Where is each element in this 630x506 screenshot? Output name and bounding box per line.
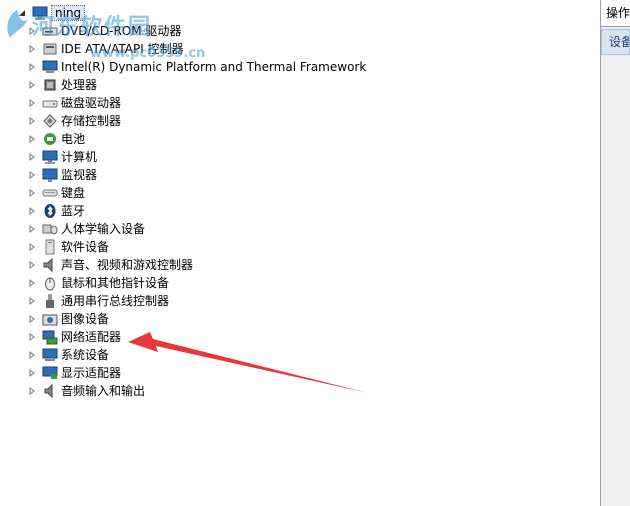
tree-node[interactable]: 系统设备 [28, 346, 109, 364]
expand-arrow-icon[interactable] [28, 98, 36, 108]
tree-node-label: 电池 [61, 132, 86, 146]
expand-arrow-icon[interactable] [28, 242, 36, 252]
tree-node[interactable]: 软件设备 [28, 238, 109, 256]
display-adapter-icon [42, 365, 58, 381]
usb-icon [42, 293, 58, 309]
ide-controller-icon [42, 41, 58, 57]
tree-node[interactable]: 存储控制器 [28, 112, 121, 130]
audio-io-icon [42, 383, 58, 399]
actions-header: 操作 [601, 0, 630, 27]
tree-node-label: 键盘 [61, 186, 86, 200]
expand-arrow-icon[interactable] [28, 80, 36, 90]
computer-board-icon [42, 59, 58, 75]
tree-node-label: Intel(R) Dynamic Platform and Thermal Fr… [61, 60, 367, 74]
actions-item-devices[interactable]: 设备 [601, 29, 630, 55]
expand-arrow-icon[interactable] [28, 116, 36, 126]
expand-arrow-icon[interactable] [28, 368, 36, 378]
tree-node-label: 计算机 [61, 150, 98, 164]
watermark-url: www.pc0359.cn [90, 46, 206, 61]
tree-node-label: 蓝牙 [61, 204, 86, 218]
tree-node-label: 监视器 [61, 168, 98, 182]
tree-node-label: 声音、视频和游戏控制器 [61, 258, 194, 272]
expand-arrow-icon[interactable] [28, 26, 36, 36]
tree-node[interactable]: 处理器 [28, 76, 97, 94]
hid-icon [42, 221, 58, 237]
tree-node[interactable]: 键盘 [28, 184, 85, 202]
tree-node-label: 音频输入和输出 [61, 384, 146, 398]
bluetooth-icon [42, 203, 58, 219]
tree-node-label: 网络适配器 [61, 330, 122, 344]
software-device-icon [42, 239, 58, 255]
tree-node[interactable]: 通用串行总线控制器 [28, 292, 169, 310]
actions-pane: 操作 设备 [601, 0, 630, 506]
disk-drive-icon [42, 95, 58, 111]
network-adapter-icon [42, 329, 58, 345]
expand-arrow-icon[interactable] [28, 170, 36, 180]
expand-arrow-icon[interactable] [28, 332, 36, 342]
collapse-arrow-icon[interactable] [18, 8, 26, 18]
tree-root-label: ning [51, 5, 86, 21]
tree-node-label: 存储控制器 [61, 114, 122, 128]
dvd-drive-icon [42, 23, 58, 39]
tree-node[interactable]: DVD/CD-ROM 驱动器 [28, 22, 181, 40]
expand-arrow-icon[interactable] [28, 44, 36, 54]
tree-node[interactable]: 图像设备 [28, 310, 109, 328]
system-device-icon [42, 347, 58, 363]
tree-node[interactable]: 人体学输入设备 [28, 220, 145, 238]
tree-node[interactable]: 电池 [28, 130, 85, 148]
tree-node-label: 磁盘驱动器 [61, 96, 122, 110]
expand-arrow-icon[interactable] [28, 278, 36, 288]
tree-node[interactable]: 磁盘驱动器 [28, 94, 121, 112]
tree-node[interactable]: 计算机 [28, 148, 97, 166]
tree-node[interactable]: 声音、视频和游戏控制器 [28, 256, 193, 274]
tree-node-label: DVD/CD-ROM 驱动器 [61, 24, 182, 38]
keyboard-icon [42, 185, 58, 201]
battery-icon [42, 131, 58, 147]
tree-node-label: 处理器 [61, 78, 98, 92]
expand-arrow-icon[interactable] [28, 314, 36, 324]
speaker-icon [42, 257, 58, 273]
monitor-icon [42, 167, 58, 183]
tree-node[interactable]: 鼠标和其他指针设备 [28, 274, 169, 292]
tree-node-label: 人体学输入设备 [61, 222, 146, 236]
tree-node[interactable]: 网络适配器 [28, 328, 121, 346]
expand-arrow-icon[interactable] [28, 260, 36, 270]
tree-node[interactable]: 显示适配器 [28, 364, 121, 382]
storage-controller-icon [42, 113, 58, 129]
tree-node-label: 鼠标和其他指针设备 [61, 276, 170, 290]
tree-root[interactable]: ning [18, 4, 86, 22]
mouse-icon [42, 275, 58, 291]
processor-icon [42, 77, 58, 93]
tree-node-label: 显示适配器 [61, 366, 122, 380]
expand-arrow-icon[interactable] [28, 350, 36, 360]
camera-icon [42, 311, 58, 327]
expand-arrow-icon[interactable] [28, 188, 36, 198]
tree-node-label: 软件设备 [61, 240, 110, 254]
tree-node[interactable]: 监视器 [28, 166, 97, 184]
tree-node[interactable]: 蓝牙 [28, 202, 85, 220]
computer-icon [42, 149, 58, 165]
tree-node-label: 图像设备 [61, 312, 110, 326]
expand-arrow-icon[interactable] [28, 224, 36, 234]
expand-arrow-icon[interactable] [28, 206, 36, 216]
expand-arrow-icon[interactable] [28, 386, 36, 396]
expand-arrow-icon[interactable] [28, 134, 36, 144]
tree-node[interactable]: 音频输入和输出 [28, 382, 145, 400]
expand-arrow-icon[interactable] [28, 62, 36, 72]
device-tree-pane[interactable]: ning DVD/CD-ROM 驱动器 IDE ATA/ATAPI 控制器 Inte… [0, 0, 601, 506]
tree-node-label: 系统设备 [61, 348, 110, 362]
expand-arrow-icon[interactable] [28, 296, 36, 306]
tree-node-label: 通用串行总线控制器 [61, 294, 170, 308]
computer-icon [32, 5, 48, 21]
expand-arrow-icon[interactable] [28, 152, 36, 162]
